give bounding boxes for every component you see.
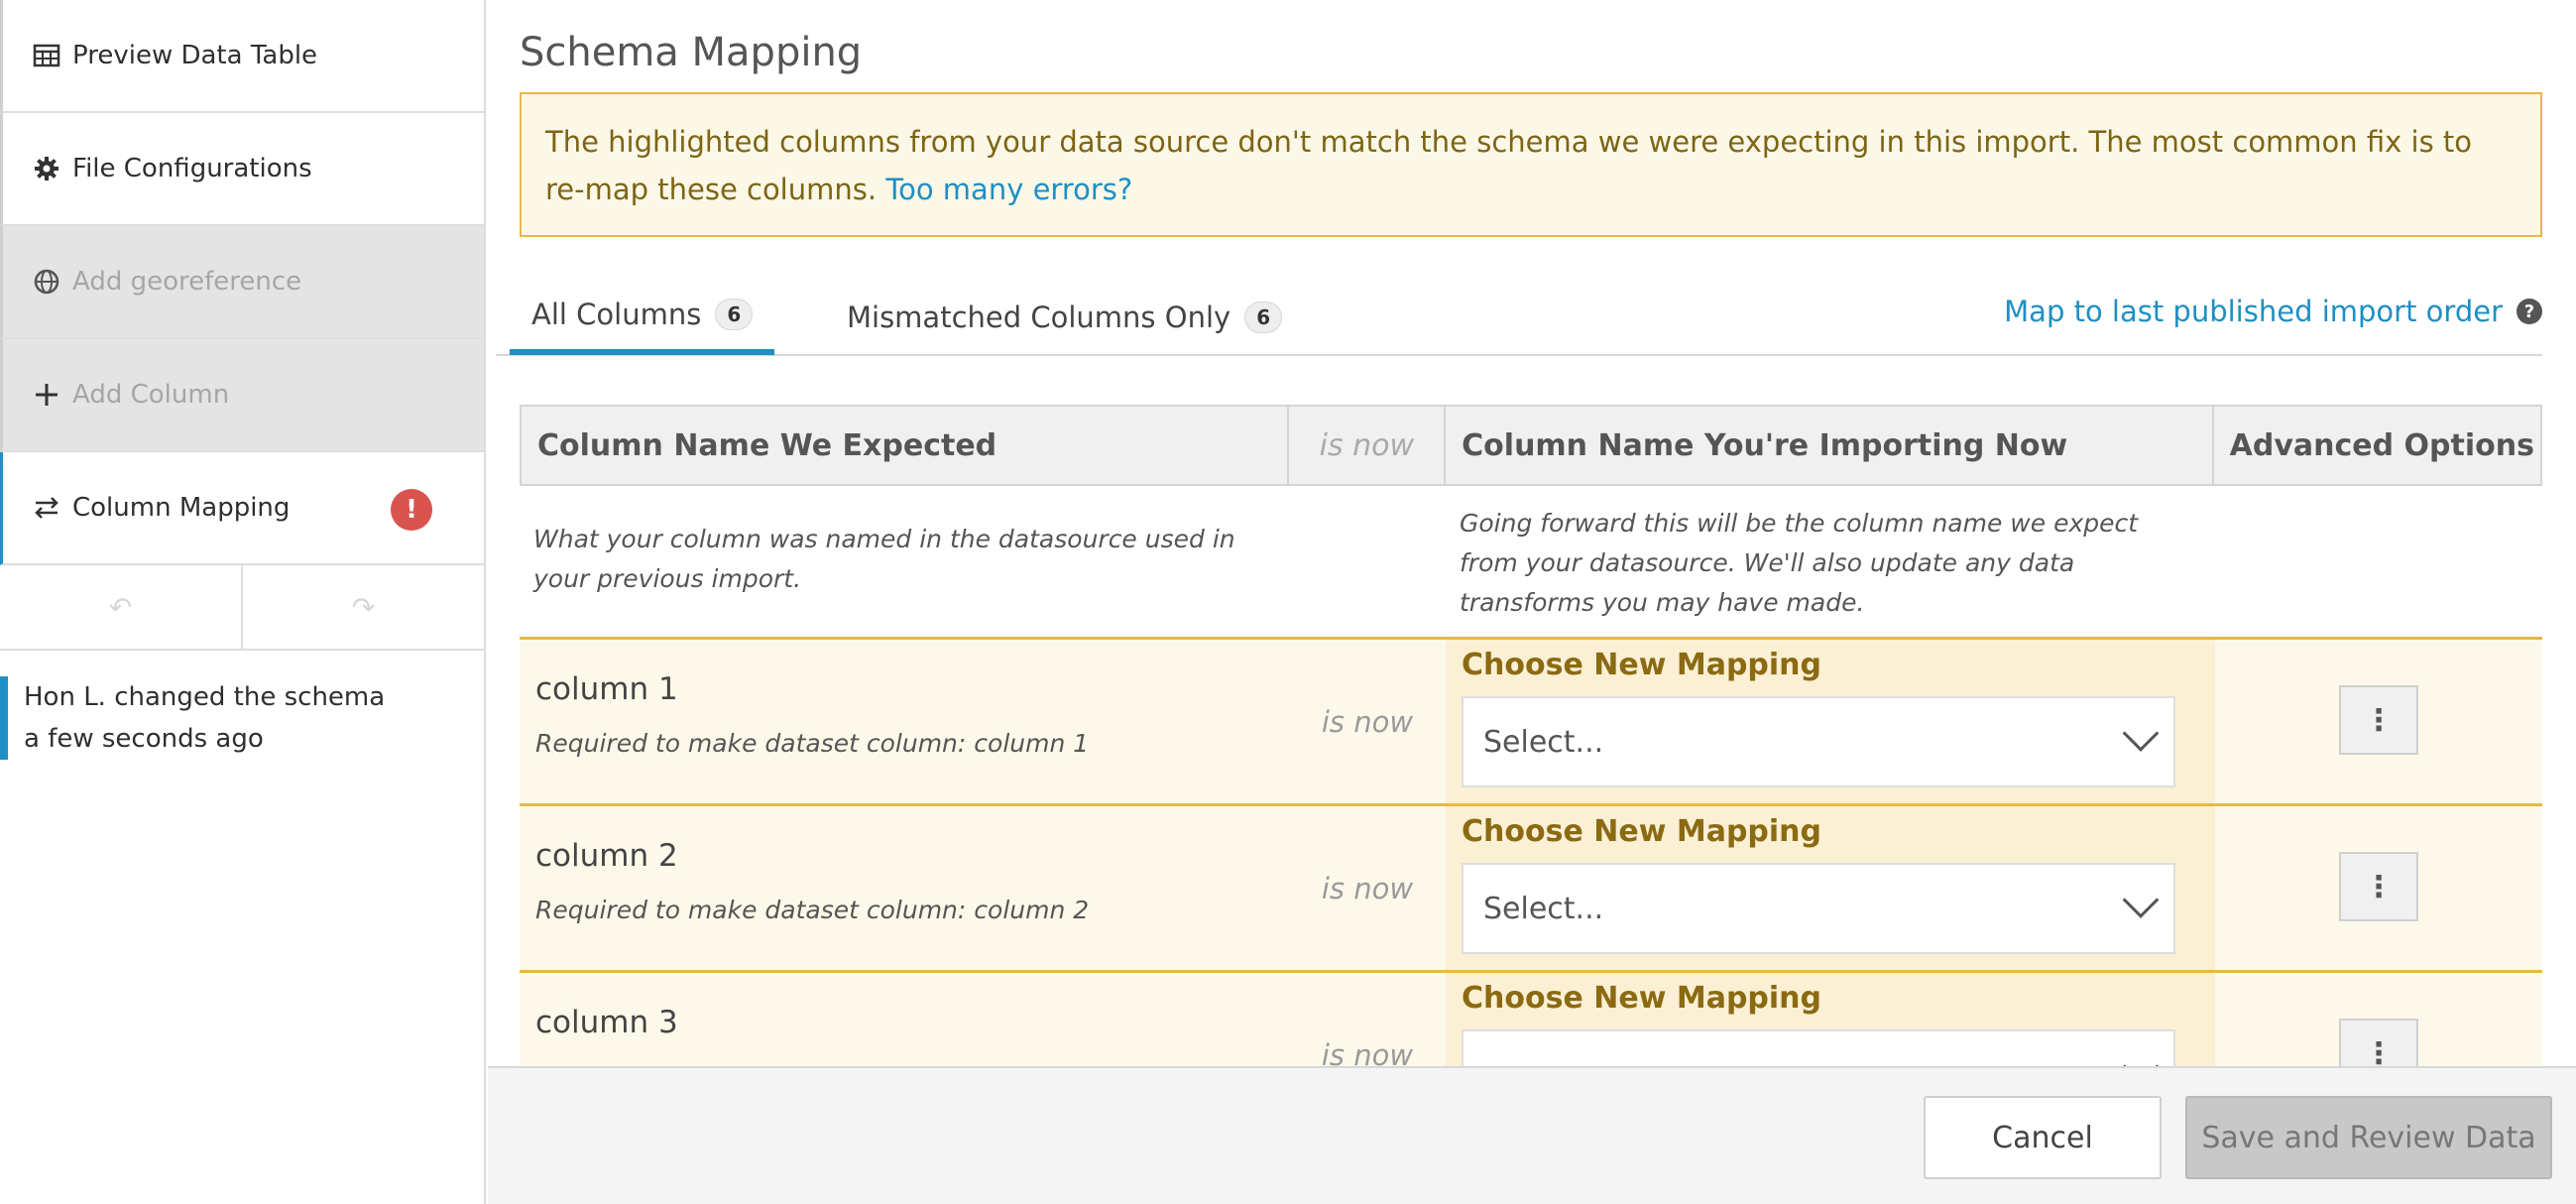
cancel-button[interactable]: Cancel	[1924, 1096, 2162, 1179]
kebab-icon: ⋮	[2364, 1035, 2394, 1067]
chevron-down-icon	[2122, 715, 2160, 752]
undo-icon: ↶	[108, 590, 133, 624]
more-options-button[interactable]: ⋮	[2339, 1019, 2418, 1066]
select-value: Select...	[1483, 891, 1604, 926]
table-header: Column Name We Expected is now Column Na…	[520, 405, 2542, 486]
mapping-select[interactable]: Select...	[1462, 696, 2175, 787]
sidebar-item-label: File Configurations	[72, 154, 312, 183]
alert-text: The highlighted columns from your data s…	[545, 125, 2473, 206]
more-options-button[interactable]: ⋮	[2339, 685, 2418, 755]
is-now-label: is now	[1321, 871, 1414, 905]
sidebar-item-add-georeference[interactable]: Add georeference	[0, 226, 484, 339]
redo-icon: ↷	[351, 590, 376, 624]
expected-column-name: column 2	[535, 838, 678, 874]
undo-button[interactable]: ↶	[0, 565, 243, 649]
error-badge: !	[391, 489, 432, 531]
save-and-review-button[interactable]: Save and Review Data	[2185, 1096, 2552, 1179]
header-expected: Column Name We Expected	[522, 407, 1290, 484]
activity-text: Hon L. changed the schema	[24, 682, 386, 712]
scroll-area: Schema Mapping The highlighted columns f…	[488, 0, 2576, 1066]
kebab-icon: ⋮	[2364, 869, 2394, 904]
activity-timestamp: a few seconds ago	[24, 724, 264, 754]
warning-alert: The highlighted columns from your data s…	[520, 92, 2542, 237]
is-now-label: is now	[1321, 1037, 1414, 1067]
more-options-button[interactable]: ⋮	[2339, 852, 2418, 921]
table-description-row: What your column was named in the dataso…	[520, 486, 2542, 637]
desc-expected: What your column was named in the dataso…	[533, 525, 1235, 593]
tab-label: Mismatched Columns Only	[847, 301, 1231, 334]
kebab-icon: ⋮	[2364, 702, 2394, 738]
sidebar-item-file-configurations[interactable]: File Configurations	[0, 113, 484, 226]
too-many-errors-link[interactable]: Too many errors?	[885, 173, 1132, 206]
chevron-down-icon	[2122, 1048, 2160, 1066]
choose-mapping-label: Choose New Mapping	[1462, 814, 1822, 849]
map-to-last-published-link[interactable]: Map to last published import order	[2004, 280, 2503, 343]
select-value: Select...	[1483, 724, 1604, 760]
count-badge: 6	[715, 299, 754, 330]
redo-button[interactable]: ↷	[243, 565, 484, 649]
header-importing-now: Column Name You're Importing Now	[1446, 407, 2214, 484]
header-is-now: is now	[1289, 407, 1447, 484]
sidebar-item-label: Column Mapping	[72, 493, 291, 523]
tab-label: All Columns	[531, 298, 702, 331]
count-badge: 6	[1244, 301, 1283, 333]
choose-mapping-label: Choose New Mapping	[1462, 981, 1822, 1016]
sidebar-item-column-mapping[interactable]: Column Mapping !	[0, 452, 484, 565]
choose-mapping-label: Choose New Mapping	[1462, 648, 1822, 682]
plus-icon	[31, 379, 62, 411]
swap-arrows-icon	[31, 492, 62, 524]
sidebar-item-add-column[interactable]: Add Column	[0, 339, 484, 452]
tab-mismatched-columns[interactable]: Mismatched Columns Only 6	[847, 280, 1283, 355]
help-icon[interactable]: ?	[2517, 299, 2542, 324]
sidebar-item-label: Add Column	[72, 380, 230, 410]
table-icon	[31, 40, 62, 71]
undo-redo-bar: ↶ ↷	[0, 565, 484, 651]
sidebar-item-preview-data-table[interactable]: Preview Data Table	[0, 0, 484, 113]
tab-all-columns[interactable]: All Columns 6	[510, 280, 775, 355]
table-row: column 3 is now Choose New Mapping ⋮	[520, 970, 2542, 1066]
chevron-down-icon	[2122, 882, 2160, 918]
mapping-table: Column Name We Expected is now Column Na…	[520, 405, 2542, 1066]
desc-importing: Going forward this will be the column na…	[1460, 509, 2139, 617]
page-title: Schema Mapping	[520, 30, 863, 75]
required-note: Required to make dataset column: column …	[535, 896, 1090, 924]
expected-column-name: column 1	[535, 671, 678, 707]
expected-column-name: column 3	[535, 1005, 678, 1040]
sidebar-item-label: Preview Data Table	[72, 41, 318, 70]
mapping-select[interactable]	[1462, 1029, 2175, 1066]
tab-bar: All Columns 6 Mismatched Columns Only 6 …	[496, 280, 2542, 356]
table-row: column 2 Required to make dataset column…	[520, 803, 2542, 970]
gear-icon	[31, 153, 62, 184]
mapping-select[interactable]: Select...	[1462, 863, 2175, 954]
sidebar-item-label: Add georeference	[72, 267, 302, 297]
activity-log-entry: Hon L. changed the schema a few seconds …	[0, 676, 484, 760]
is-now-label: is now	[1321, 704, 1414, 739]
main-panel: Schema Mapping The highlighted columns f…	[488, 0, 2576, 1204]
globe-icon	[31, 266, 62, 298]
header-advanced-options: Advanced Options	[2229, 427, 2534, 463]
sidebar: Preview Data Table File Configurations A…	[0, 0, 486, 1204]
footer-bar: Cancel Save and Review Data	[488, 1066, 2576, 1204]
required-note: Required to make dataset column: column …	[535, 729, 1090, 758]
table-row: column 1 Required to make dataset column…	[520, 637, 2542, 803]
